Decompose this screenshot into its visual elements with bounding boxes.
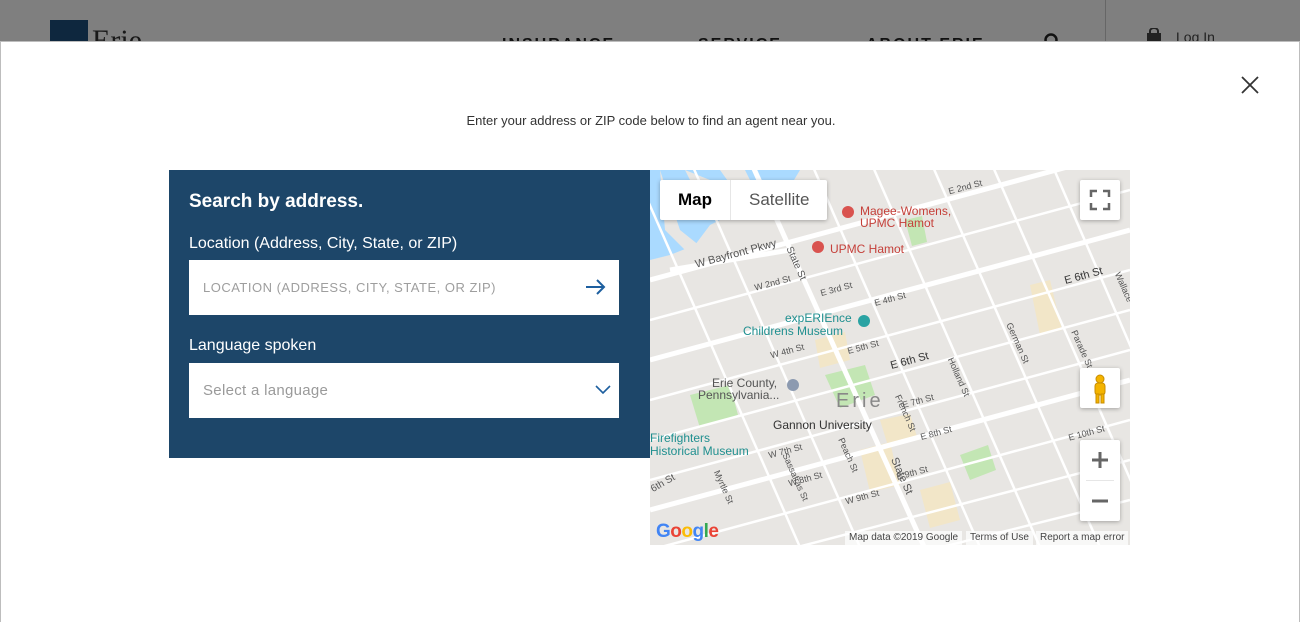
google-logo[interactable]: Google <box>656 521 719 543</box>
map-label-upmc-hamot[interactable]: UPMC Hamot <box>830 242 904 256</box>
zoom-out-icon[interactable] <box>1080 481 1120 521</box>
map-label-pennsylvania[interactable]: Pennsylvania... <box>698 388 779 402</box>
pegman-icon <box>1094 374 1106 404</box>
map-label-erie-city: Erie <box>836 390 884 412</box>
map-label-gannon[interactable]: Gannon University <box>773 418 872 432</box>
zoom-control <box>1080 440 1120 521</box>
chevron-down-icon <box>595 385 611 395</box>
map-type-control: Map Satellite <box>660 180 828 220</box>
find-agent-modal: Enter your address or ZIP code below to … <box>0 41 1300 622</box>
search-panel-title: Search by address. <box>189 191 364 212</box>
fullscreen-icon <box>1089 189 1111 211</box>
map-type-map-button[interactable]: Map <box>660 180 730 220</box>
street-view-pegman[interactable] <box>1080 368 1120 408</box>
arrow-right-icon[interactable] <box>585 277 607 297</box>
terms-of-use-link[interactable]: Terms of Use <box>966 531 1033 545</box>
map-label-historical-museum[interactable]: Historical Museum <box>650 444 749 458</box>
search-panel: Search by address. Location (Address, Ci… <box>169 170 650 458</box>
location-input-box <box>189 260 619 315</box>
map-label-firefighters[interactable]: Firefighters <box>650 431 710 445</box>
location-label: Location (Address, City, State, or ZIP) <box>189 235 458 252</box>
map-type-satellite-button[interactable]: Satellite <box>731 180 827 220</box>
map-label-childrens-museum[interactable]: Childrens Museum <box>743 324 843 338</box>
language-select-value: Select a language <box>203 382 329 399</box>
map-data-attribution: Map data ©2019 Google <box>845 531 963 545</box>
close-icon[interactable] <box>1239 74 1261 96</box>
location-input[interactable] <box>203 280 573 295</box>
zoom-in-icon[interactable] <box>1080 440 1120 480</box>
map-label-magee-2[interactable]: UPMC Hamot <box>860 216 934 230</box>
language-label: Language spoken <box>189 337 317 354</box>
modal-intro-text: Enter your address or ZIP code below to … <box>466 113 836 128</box>
map-view[interactable]: Magee-Womens, UPMC Hamot UPMC Hamot expE… <box>650 170 1130 545</box>
map-label-experience[interactable]: expERIEnce <box>785 311 852 325</box>
language-select[interactable]: Select a language <box>189 363 619 418</box>
report-map-error-link[interactable]: Report a map error <box>1036 531 1129 545</box>
fullscreen-button[interactable] <box>1080 180 1120 220</box>
